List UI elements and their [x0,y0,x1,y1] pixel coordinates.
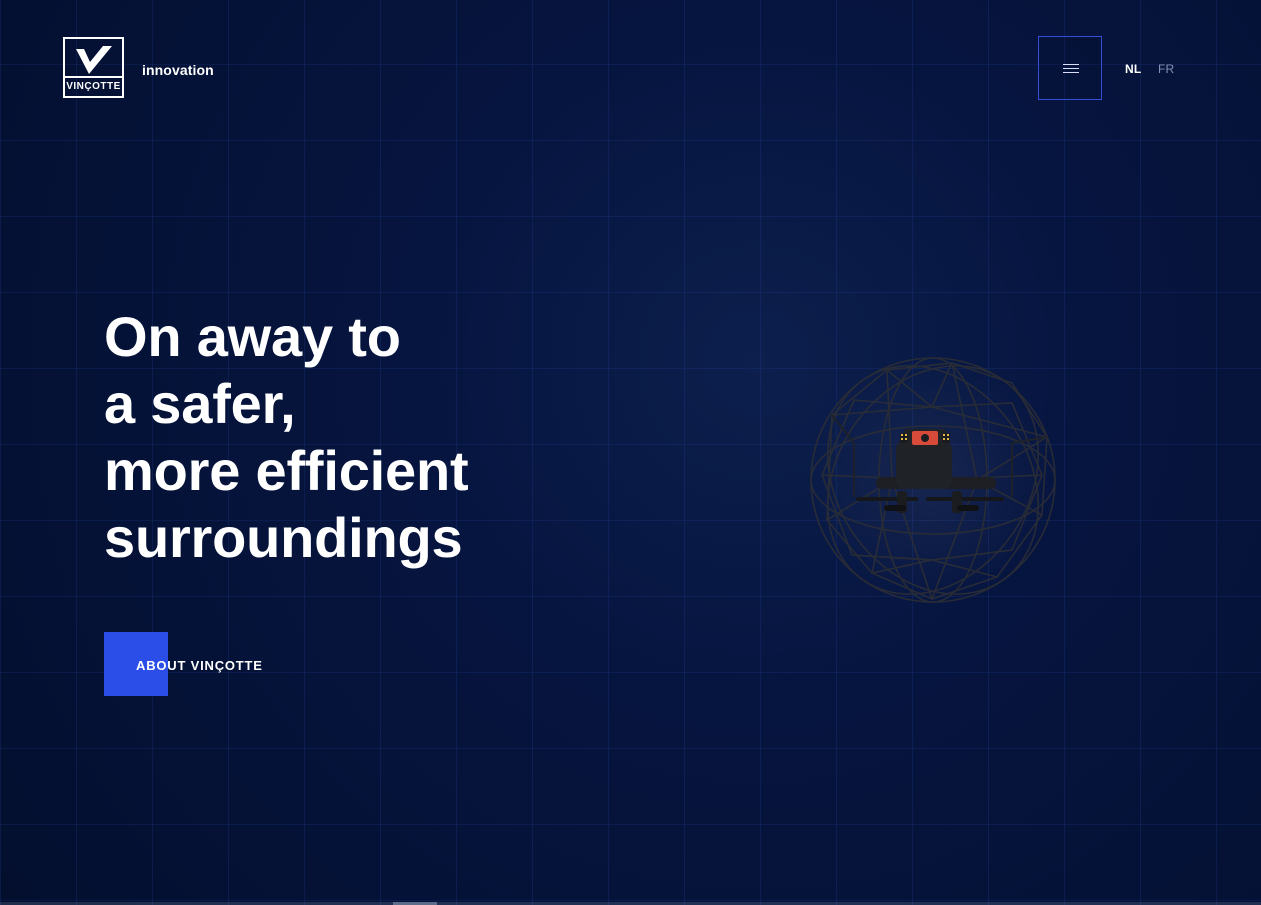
hero-title-line: surroundings [104,506,463,569]
drone-cage-illustration [809,356,1057,604]
hero-title-line: On away to [104,305,401,368]
hero-title: On away to a safer, more efficient surro… [104,303,564,571]
logo-wordmark: VINÇOTTE [65,76,122,96]
cta-label: ABOUT VINÇOTTE [136,658,263,673]
vincotte-logo[interactable]: VINÇOTTE [63,37,124,98]
language-fr[interactable]: FR [1158,62,1174,76]
checkmark-logo-icon [76,46,112,74]
caged-drone-image [792,345,1074,615]
hero-title-line: more efficient [104,439,469,502]
brand-subtitle: innovation [142,62,214,78]
hero-title-line: a safer, [104,372,296,435]
language-nl[interactable]: NL [1125,62,1141,76]
site-header: VINÇOTTE innovation NL FR [0,0,1261,140]
menu-button[interactable] [1038,36,1102,100]
hamburger-icon [1063,64,1079,74]
